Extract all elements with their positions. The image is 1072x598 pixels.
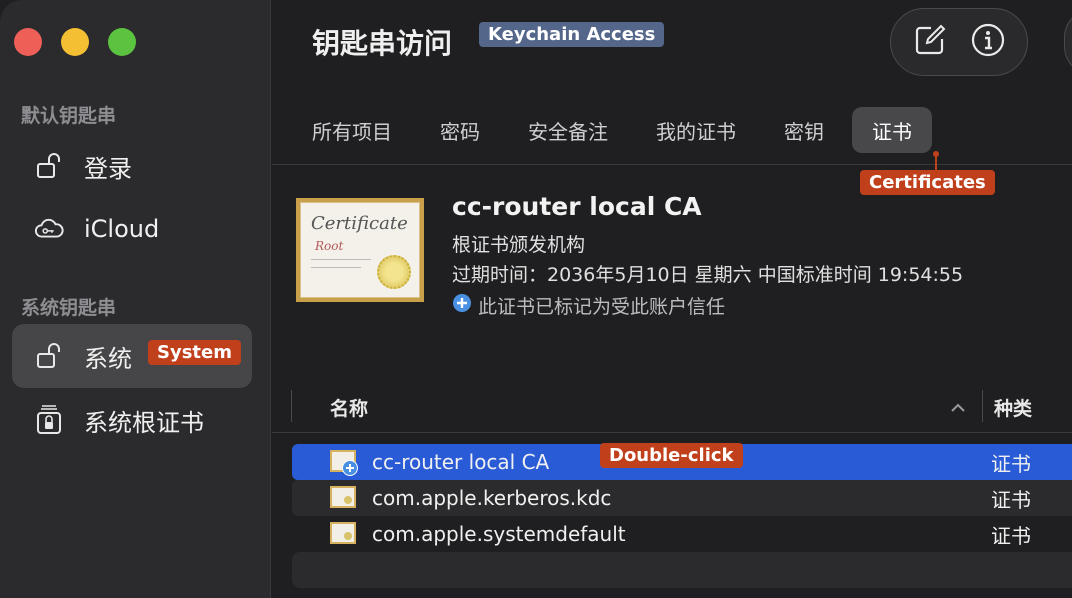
sidebar-item-label: 系统 bbox=[84, 344, 132, 373]
info-icon[interactable] bbox=[970, 22, 1006, 62]
certificate-type: 根证书颁发机构 bbox=[452, 234, 586, 256]
sidebar-item-icloud[interactable]: iCloud bbox=[12, 197, 252, 261]
empty-row bbox=[292, 552, 1072, 588]
row-name: cc-router local CA bbox=[372, 450, 550, 474]
lock-open-icon bbox=[34, 151, 64, 181]
list-header: 名称 种类 bbox=[272, 388, 1072, 426]
tab-my-certificates[interactable]: 我的证书 bbox=[636, 107, 756, 153]
table-row[interactable]: com.apple.systemdefault 证书 bbox=[292, 516, 1072, 552]
trust-text: 此证书已标记为受此账户信任 bbox=[478, 296, 726, 318]
cloud-key-icon bbox=[34, 214, 64, 244]
minimize-button[interactable] bbox=[61, 28, 89, 56]
toolbar-edge-button[interactable] bbox=[1064, 8, 1072, 76]
main-pane: 钥匙串访问 Keychain Access 所有项目 密码 安全备注 我的证书 … bbox=[272, 0, 1072, 598]
column-name-header[interactable]: 名称 bbox=[330, 394, 368, 421]
window-controls bbox=[14, 28, 136, 56]
tab-secure-notes[interactable]: 安全备注 bbox=[508, 107, 628, 153]
category-tabs: 所有项目 密码 安全备注 我的证书 密钥 证书 bbox=[292, 107, 932, 153]
row-name: com.apple.kerberos.kdc bbox=[372, 486, 612, 510]
certificate-image: Certificate Root bbox=[296, 198, 424, 302]
certificate-image-title: Certificate bbox=[311, 213, 408, 234]
double-click-callout: Double-click bbox=[600, 443, 743, 468]
sidebar: 默认钥匙串 登录 iCloud 系统钥匙串 系统 System 系统根证书 bbox=[0, 0, 271, 598]
list-divider bbox=[272, 432, 1072, 433]
window-title: 钥匙串访问 bbox=[312, 27, 453, 60]
sidebar-item-label: 登录 bbox=[84, 154, 132, 183]
certificate-image-subtitle: Root bbox=[315, 239, 344, 253]
certificates-callout: Certificates bbox=[860, 170, 995, 195]
certificate-trust: 此证书已标记为受此账户信任 bbox=[452, 292, 725, 319]
toolbar-group bbox=[890, 8, 1028, 76]
trust-plus-icon bbox=[452, 293, 472, 318]
zoom-button[interactable] bbox=[108, 28, 136, 56]
tab-certificates[interactable]: 证书 bbox=[852, 107, 932, 153]
tab-passwords[interactable]: 密码 bbox=[420, 107, 500, 153]
certificate-expiry: 过期时间：2036年5月10日 星期六 中国标准时间 19:54:55 bbox=[452, 264, 964, 286]
seal-icon bbox=[377, 255, 411, 289]
lock-cabinet-icon bbox=[34, 405, 64, 435]
sidebar-item-label: 系统根证书 bbox=[84, 408, 204, 437]
keychain-window: 默认钥匙串 登录 iCloud 系统钥匙串 系统 System 系统根证书 钥匙… bbox=[0, 0, 1072, 598]
compose-icon[interactable] bbox=[913, 23, 947, 61]
default-keychains-title: 默认钥匙串 bbox=[21, 105, 117, 127]
tab-divider bbox=[272, 164, 1072, 165]
sidebar-item-label: iCloud bbox=[84, 215, 160, 243]
callout-connector bbox=[933, 151, 939, 171]
table-row[interactable]: com.apple.kerberos.kdc 证书 bbox=[292, 480, 1072, 516]
lock-open-icon bbox=[34, 341, 64, 371]
system-keychains-title: 系统钥匙串 bbox=[21, 297, 117, 319]
certificate-name: cc-router local CA bbox=[452, 192, 702, 221]
tab-all-items[interactable]: 所有项目 bbox=[292, 107, 412, 153]
close-button[interactable] bbox=[14, 28, 42, 56]
chevron-up-icon[interactable] bbox=[950, 398, 966, 417]
row-kind: 证书 bbox=[991, 523, 1031, 548]
row-name: com.apple.systemdefault bbox=[372, 522, 626, 546]
certificate-icon bbox=[330, 522, 356, 544]
tab-keys[interactable]: 密钥 bbox=[764, 107, 844, 153]
row-kind: 证书 bbox=[991, 451, 1031, 476]
column-kind-header[interactable]: 种类 bbox=[994, 394, 1032, 421]
system-callout: System bbox=[148, 340, 241, 365]
certificate-icon bbox=[330, 486, 356, 508]
certificate-trusted-icon bbox=[330, 450, 358, 476]
sidebar-item-system-roots[interactable]: 系统根证书 bbox=[12, 388, 252, 452]
sidebar-item-login[interactable]: 登录 bbox=[12, 134, 252, 198]
row-kind: 证书 bbox=[991, 487, 1031, 512]
keychain-access-callout: Keychain Access bbox=[479, 22, 665, 47]
sidebar-item-system[interactable]: 系统 System bbox=[12, 324, 252, 388]
